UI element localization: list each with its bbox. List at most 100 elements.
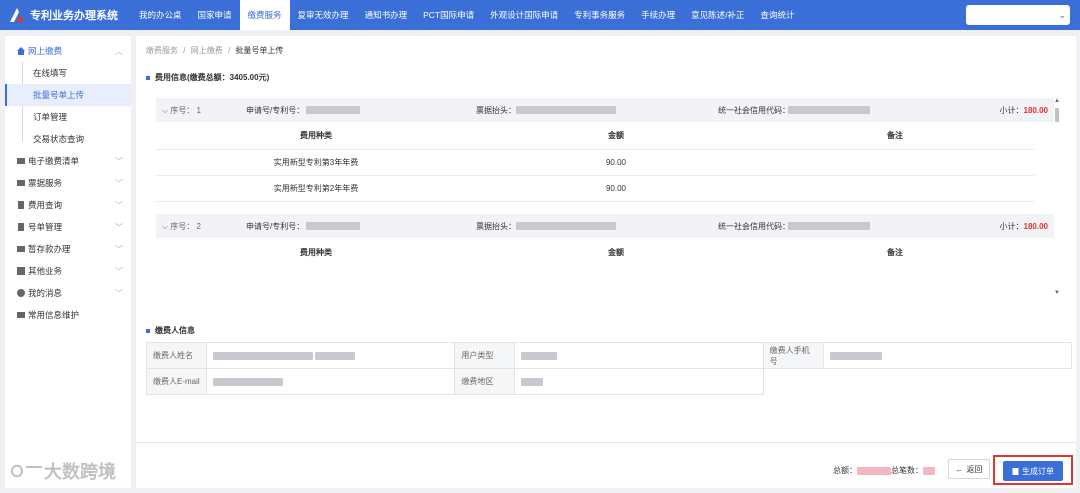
grid-icon xyxy=(17,267,25,275)
breadcrumb-item[interactable]: 缴费服务 xyxy=(146,46,178,55)
sidebar-item-online-fill[interactable]: 在线填写 xyxy=(5,62,131,84)
fee-list-scrollbar[interactable]: ▲ ▼ xyxy=(1054,98,1060,296)
nav-pct[interactable]: PCT国际申请 xyxy=(415,0,482,30)
payer-phone-value xyxy=(822,342,1073,369)
sidebar-group-common-info[interactable]: 常用信息维护 xyxy=(5,304,131,326)
fee-list[interactable]: ⌵ 序号： 1 申请号/专利号： 票据抬头： 统一社会信用代码： 小计：180.… xyxy=(156,98,1054,296)
sidebar-item-txn-status[interactable]: 交易状态查询 xyxy=(5,128,131,150)
sidebar-group-online-pay[interactable]: 网上缴费 ︿ xyxy=(5,40,131,62)
message-icon xyxy=(17,289,25,297)
nav-opinion[interactable]: 意见陈述/补正 xyxy=(683,0,752,30)
breadcrumb-separator: / xyxy=(227,46,231,55)
payer-info-table: 缴费人姓名 用户类型 缴费人手机号 缴费人E-mail 缴费地区 xyxy=(145,342,1073,395)
nav-design-intl[interactable]: 外观设计国际申请 xyxy=(482,0,566,30)
fee-item-subtotal: 小计：180.00 xyxy=(999,221,1048,231)
sidebar-group-deposit[interactable]: 暂存款办理 ﹀ xyxy=(5,238,131,260)
sidebar-group-label: 费用查询 xyxy=(28,200,63,210)
app-title: 专利业务办理系统 xyxy=(30,10,118,22)
sidebar-group-e-bill[interactable]: 电子缴费清单 ﹀ xyxy=(5,150,131,172)
payer-name-value xyxy=(206,342,456,369)
fee-item-subtotal: 小计：180.00 xyxy=(999,105,1048,115)
invoice-title-value xyxy=(516,106,616,115)
payer-info-title: 缴费人信息 xyxy=(146,325,195,336)
scroll-thumb[interactable] xyxy=(1055,108,1059,122)
payer-region-label: 缴费地区 xyxy=(454,368,516,395)
credit-code-value xyxy=(788,222,870,231)
table-row: 实用新型专利第2年年费 90.00 xyxy=(156,176,1034,202)
col-note: 备注 xyxy=(887,247,903,257)
total-label: 总额： xyxy=(833,466,857,475)
scroll-up-icon[interactable]: ▲ xyxy=(1054,98,1060,104)
invoice-title-label: 票据抬头： xyxy=(476,221,516,231)
scroll-down-icon[interactable]: ▼ xyxy=(1054,290,1060,296)
col-note: 备注 xyxy=(887,131,903,140)
main-nav: 我的办公桌 国家申请 缴费服务 复审无效办理 通知书办理 PCT国际申请 外观设… xyxy=(131,0,803,30)
sidebar-group-label: 电子缴费清单 xyxy=(28,156,80,166)
invoice-title-label: 票据抬头： xyxy=(476,105,516,115)
home-icon xyxy=(17,47,25,55)
credit-code-value xyxy=(788,106,870,115)
sidebar-group-label: 常用信息维护 xyxy=(28,310,80,320)
breadcrumb-current: 批量号单上传 xyxy=(235,46,284,55)
cell-amount: 90.00 xyxy=(605,158,627,167)
back-button[interactable]: ← 返回 xyxy=(948,459,990,479)
fee-info-title: 费用信息(缴费总额：3405.00元) xyxy=(146,72,269,83)
nav-payment-service[interactable]: 缴费服务 xyxy=(239,0,290,30)
payer-name-label: 缴费人姓名 xyxy=(145,342,208,369)
user-dropdown[interactable]: ⌄ xyxy=(966,5,1070,25)
sidebar-group-label: 票据服务 xyxy=(28,178,63,188)
sidebar-group-label: 我的消息 xyxy=(28,288,63,298)
sidebar-item-batch-upload[interactable]: 批量号单上传 xyxy=(5,84,131,106)
logo-icon xyxy=(10,8,24,22)
chevron-down-icon: ﹀ xyxy=(115,288,123,298)
cell-fee-type: 实用新型专利第2年年费 xyxy=(273,184,359,193)
nav-patent-affairs[interactable]: 专利事务服务 xyxy=(566,0,633,30)
app-logo[interactable]: 专利业务办理系统 xyxy=(0,0,131,30)
fee-item-seq: ⌵ 序号： 2 xyxy=(162,221,201,231)
credit-code-label: 统一社会信用代码： xyxy=(718,105,790,115)
payer-email-value xyxy=(206,368,456,395)
sidebar-group-fee-query[interactable]: 费用查询 ﹀ xyxy=(5,194,131,216)
user-type-label: 用户类型 xyxy=(454,342,516,369)
nav-query-stats[interactable]: 查询统计 xyxy=(753,0,803,30)
invoice-title-value xyxy=(516,222,616,231)
app-no-label: 申请号/专利号： xyxy=(246,105,305,115)
fee-item-header[interactable]: ⌵ 序号： 1 申请号/专利号： 票据抬头： 统一社会信用代码： 小计：180.… xyxy=(156,98,1054,122)
chevron-down-icon: ﹀ xyxy=(115,178,123,188)
fee-item-header[interactable]: ⌵ 序号： 2 申请号/专利号： 票据抬头： 统一社会信用代码： 小计：180.… xyxy=(156,214,1054,238)
sidebar-item-order-mgmt[interactable]: 订单管理 xyxy=(5,106,131,128)
cell-amount: 90.00 xyxy=(605,184,627,193)
chevron-up-icon: ︿ xyxy=(115,46,123,56)
watermark-logo-icon xyxy=(10,464,42,478)
cell-fee-type: 实用新型专利第3年年费 xyxy=(273,158,359,167)
table-row: 实用新型专利第3年年费 90.00 xyxy=(156,150,1034,176)
ticket-icon xyxy=(17,180,25,186)
nav-my-desk[interactable]: 我的办公桌 xyxy=(131,0,190,30)
total-value xyxy=(857,466,891,475)
sidebar-group-messages[interactable]: 我的消息 ﹀ xyxy=(5,282,131,304)
nav-procedures[interactable]: 手续办理 xyxy=(633,0,683,30)
nav-review-invalidation[interactable]: 复审无效办理 xyxy=(290,0,357,30)
order-totals: 总额： 总笔数： xyxy=(833,465,935,476)
sidebar-group-number-mgmt[interactable]: 号单管理 ﹀ xyxy=(5,216,131,238)
user-type-value xyxy=(514,342,764,369)
nav-national-app[interactable]: 国家申请 xyxy=(190,0,240,30)
generate-order-button[interactable]: 生成订单 xyxy=(1003,461,1063,481)
main-panel: 缴费服务 / 网上缴费 / 批量号单上传 费用信息(缴费总额：3405.00元)… xyxy=(136,36,1076,488)
nav-notices[interactable]: 通知书办理 xyxy=(357,0,416,30)
generate-order-label: 生成订单 xyxy=(1022,466,1054,476)
app-no-label: 申请号/专利号： xyxy=(246,221,305,231)
watermark: 大数跨境 xyxy=(8,458,116,484)
edit-icon xyxy=(17,312,25,318)
list-icon xyxy=(17,158,25,164)
breadcrumb-item[interactable]: 网上缴费 xyxy=(191,46,223,55)
document-icon xyxy=(1012,467,1019,475)
fee-detail-table: 费用种类 金额 备注 xyxy=(156,238,1034,266)
sidebar-group-label: 网上缴费 xyxy=(28,46,63,56)
sidebar-group-label: 暂存款办理 xyxy=(28,244,71,254)
sidebar-group-invoice[interactable]: 票据服务 ﹀ xyxy=(5,172,131,194)
col-amount: 金额 xyxy=(608,131,624,140)
search-doc-icon xyxy=(18,201,24,209)
sidebar-group-other[interactable]: 其他业务 ﹀ xyxy=(5,260,131,282)
sidebar: 网上缴费 ︿ 在线填写 批量号单上传 订单管理 交易状态查询 电子缴费清单 ﹀ … xyxy=(5,36,131,488)
